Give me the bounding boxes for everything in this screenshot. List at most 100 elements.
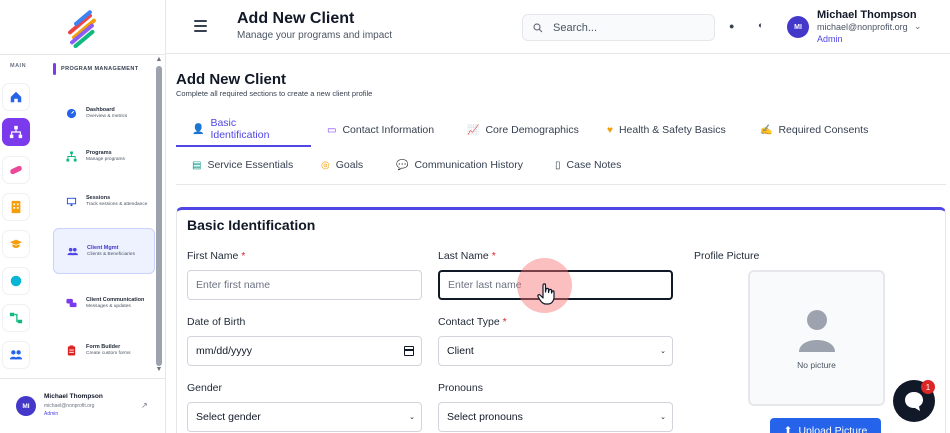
contact-type-label: Contact Type * xyxy=(438,316,507,328)
first-name-input[interactable]: Enter first name xyxy=(187,270,422,300)
upload-label: Upload Picture xyxy=(798,425,868,433)
last-name-label: Last Name * xyxy=(438,250,496,262)
section-accent-bar xyxy=(53,63,56,75)
building-icon xyxy=(11,200,21,214)
search-input[interactable]: Search... xyxy=(522,14,715,41)
sidebar-user-name: Michael Thompson xyxy=(44,393,103,400)
rail-home-button[interactable] xyxy=(2,83,30,111)
rail-users-button[interactable] xyxy=(2,341,30,369)
sidebar: MAIN PROGRAM MANAGEMENT Dashboard Overvi… xyxy=(0,0,166,433)
sidebar-item-programs[interactable]: Programs Manage programs xyxy=(53,133,155,179)
header-title: Add New Client xyxy=(237,10,355,27)
file-icon: ▯ xyxy=(555,159,561,171)
tab-label: Core Demographics xyxy=(485,124,579,136)
rail-education-button[interactable] xyxy=(2,230,30,258)
tab-contact-information[interactable]: ▭ Contact Information xyxy=(311,113,450,147)
tab-label: Health & Safety Basics xyxy=(618,124,726,136)
bell-icon[interactable]: ● xyxy=(729,21,734,31)
tab-label: Case Notes xyxy=(566,159,622,171)
rail-programs-button[interactable] xyxy=(2,118,30,146)
contact-type-select[interactable]: Client ⌄ xyxy=(438,336,673,366)
rail-activities-button[interactable] xyxy=(2,156,30,184)
first-name-placeholder: Enter first name xyxy=(196,279,271,291)
sidebar-user-email: michael@nonprofit.org xyxy=(44,403,95,409)
sitemap-icon xyxy=(9,125,23,139)
rail-workflow-button[interactable] xyxy=(2,304,30,332)
scroll-thumb[interactable] xyxy=(156,66,162,366)
heart-icon: ♥ xyxy=(607,124,613,136)
menu-icon[interactable] xyxy=(194,20,207,32)
gender-label: Gender xyxy=(187,382,223,394)
tab-goals[interactable]: ◎ Goals xyxy=(305,148,379,182)
header-user-name[interactable]: Michael Thompson xyxy=(817,9,917,21)
sidebar-item-title: Client Communication xyxy=(86,296,145,303)
target-icon: ◎ xyxy=(321,159,330,171)
header-subtitle: Manage your programs and impact xyxy=(237,30,393,41)
dob-input[interactable]: mm/dd/yyyy xyxy=(187,336,422,366)
tab-required-consents[interactable]: ✍ Required Consents xyxy=(744,113,884,147)
page-title: Add New Client xyxy=(176,71,287,88)
rail-reports-button[interactable] xyxy=(2,193,30,221)
signature-icon: ✍ xyxy=(760,124,773,136)
pronouns-label: Pronouns xyxy=(438,382,483,394)
tab-label: Contact Information xyxy=(342,124,435,136)
program-management-header: PROGRAM MANAGEMENT xyxy=(53,63,138,75)
clipboard-icon xyxy=(65,344,77,356)
sidebar-item-subtitle: Clients & Beneficiaries xyxy=(87,251,135,257)
logo-icon[interactable] xyxy=(62,8,102,48)
avatar[interactable]: MI xyxy=(787,16,809,38)
sidebar-item-sessions[interactable]: Sessions Track sessions & attendance xyxy=(53,178,155,224)
basic-identification-card: Basic Identification First Name * Enter … xyxy=(176,207,946,433)
calendar-icon[interactable] xyxy=(404,346,414,356)
tab-health-safety[interactable]: ♥ Health & Safety Basics xyxy=(591,113,742,147)
tab-case-notes[interactable]: ▯ Case Notes xyxy=(539,148,637,182)
sidebar-item-subtitle: Messages & updates xyxy=(86,303,131,309)
hand-pointer-icon xyxy=(537,283,555,305)
sidebar-item-title: Dashboard xyxy=(86,106,115,113)
scroll-up-icon[interactable]: ▲ xyxy=(155,56,163,64)
search-placeholder: Search... xyxy=(553,21,598,34)
clipboard-icon: ▤ xyxy=(192,159,202,171)
external-link-icon[interactable]: ↗ xyxy=(141,401,148,410)
rail-globe-button[interactable] xyxy=(2,267,30,295)
chevron-down-icon[interactable]: ⌄ xyxy=(914,21,922,32)
search-icon xyxy=(533,22,543,32)
upload-picture-button[interactable]: ⬆ Upload Picture xyxy=(770,418,881,433)
profile-picture-label: Profile Picture xyxy=(694,250,760,262)
gender-select[interactable]: Select gender ⌄ xyxy=(187,402,422,432)
pronouns-select[interactable]: Select pronouns ⌄ xyxy=(438,402,673,432)
tab-communication-history[interactable]: 💬 Communication History xyxy=(380,148,539,182)
profile-picture-preview[interactable]: No picture xyxy=(748,270,885,406)
tab-label: Goals xyxy=(335,159,364,171)
sidebar-item-subtitle: Manage programs xyxy=(86,156,125,162)
upload-icon: ⬆ xyxy=(783,425,793,433)
tab-service-essentials[interactable]: ▤ Service Essentials xyxy=(176,148,309,182)
main-content: Add New Client Complete all required sec… xyxy=(166,55,950,433)
home-icon xyxy=(10,91,22,103)
comments-icon: 💬 xyxy=(396,159,409,171)
moon-icon[interactable]: ◐ xyxy=(758,20,763,30)
sidebar-scrollbar[interactable]: ▲ ▼ xyxy=(155,56,163,374)
comments-icon xyxy=(65,297,77,309)
sidebar-item-client-communication[interactable]: Client Communication Messages & updates xyxy=(53,280,155,326)
tab-label: Service Essentials xyxy=(207,159,294,171)
scroll-down-icon[interactable]: ▼ xyxy=(155,366,163,374)
user-icon: 👤 xyxy=(192,123,205,135)
sidebar-user-role: Admin xyxy=(44,411,59,417)
avatar: MI xyxy=(16,396,36,416)
sidebar-user-card[interactable]: MI Michael Thompson michael@nonprofit.or… xyxy=(0,378,166,433)
sidebar-item-title: Form Builder xyxy=(86,343,121,350)
sidebar-item-subtitle: Overview & metrics xyxy=(86,113,128,119)
sidebar-item-client-mgmt[interactable]: Client Mgmt Clients & Beneficiaries xyxy=(53,228,155,274)
form-tabs: 👤 Basic Identification ▭ Contact Informa… xyxy=(176,113,946,185)
sidebar-item-subtitle: Track sessions & attendance xyxy=(86,201,148,207)
sidebar-item-form-builder[interactable]: Form Builder Create custom forms xyxy=(53,327,155,373)
gender-value: Select gender xyxy=(196,411,261,423)
page-subtitle: Complete all required sections to create… xyxy=(176,89,373,98)
chart-icon: 📈 xyxy=(467,124,480,136)
tab-basic-identification[interactable]: 👤 Basic Identification xyxy=(176,113,311,147)
tab-core-demographics[interactable]: 📈 Core Demographics xyxy=(451,113,595,147)
sidebar-item-dashboard[interactable]: Dashboard Overview & metrics xyxy=(53,90,155,136)
chevron-down-icon: ⌄ xyxy=(409,414,415,421)
sidebar-item-subtitle: Create custom forms xyxy=(86,350,131,356)
